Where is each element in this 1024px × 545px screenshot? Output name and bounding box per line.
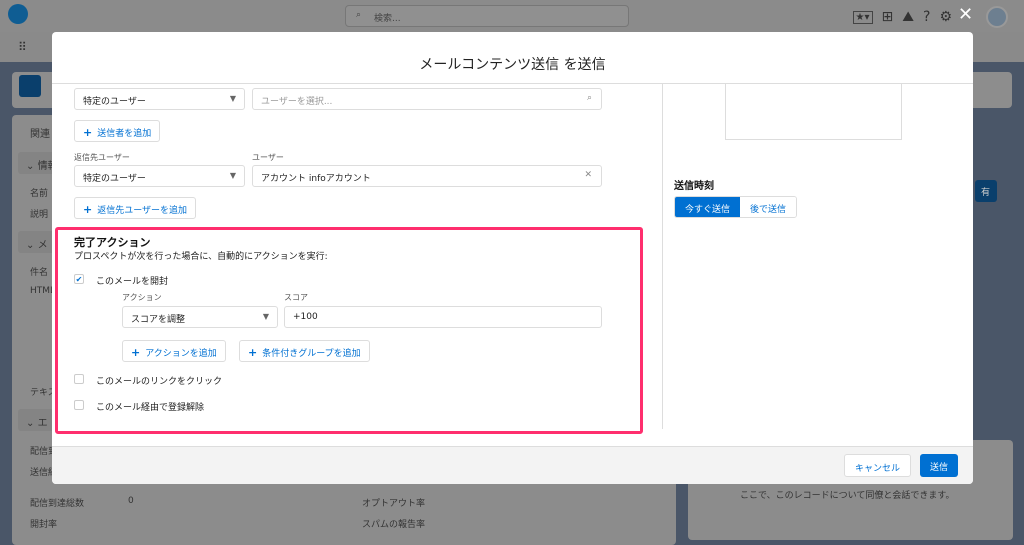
section-label: メ [37,240,48,251]
trailhead-icon[interactable]: ⛰ [902,9,914,25]
column-divider [662,84,663,429]
email-preview [725,84,902,140]
share-button[interactable]: 有 [975,180,997,202]
chevron-down-icon: ▼ [229,94,236,103]
chevron-down-icon: ▼ [229,171,236,180]
send-later-button[interactable]: 後で送信 [740,197,797,217]
reply-type-select[interactable]: 特定のユーザー ▼ [74,165,245,187]
select-value: 特定のユーザー [83,97,146,107]
plus-icon: + [83,203,93,216]
salesforce-logo [8,4,28,24]
section-label: エ [37,418,48,429]
reply-user-input[interactable]: アカウント infoアカウント ✕ [252,165,602,187]
avatar[interactable] [986,6,1008,28]
modal-body: 特定のユーザー ▼ ユーザーを選択... ⌕ + 送信者を追加 返信先ユーザー ユーザ… [52,84,973,446]
stat-label: 開封率 [30,520,58,530]
send-now-button[interactable]: 今すぐ送信 [675,197,741,217]
completion-description: プロスペクトが次を行った場合に、自動的にアクションを実行: [74,252,328,262]
send-time-toggle: 今すぐ送信 後で送信 [674,196,798,218]
button-label: 返信先ユーザーを追加 [97,206,188,216]
action-label: アクション [122,293,162,302]
option-label: このメールのリンクをクリック [96,377,223,387]
score-label: スコア [284,293,308,302]
field-label: 件名 [30,268,49,278]
stat-value: 0 [128,496,134,506]
reply-type-label: 返信先ユーザー [74,153,130,162]
input-value: アカウント infoアカウント [261,174,371,184]
search-icon: ⌕ [586,93,592,103]
sender-user-input[interactable]: ユーザーを選択... ⌕ [252,88,602,110]
app-launcher-icon[interactable]: ⠿ [18,40,27,54]
gear-icon[interactable]: ⚙ [939,9,952,25]
option-label: このメールを開封 [96,277,169,287]
button-label: アクションを追加 [145,349,217,359]
add-sender-button[interactable]: + 送信者を追加 [74,120,161,142]
button-label: 条件付きグループを追加 [262,349,361,359]
modal-footer: キャンセル 送信 [52,446,973,484]
checkbox-click-link[interactable] [74,374,84,384]
add-icon[interactable]: ⊞ [882,9,894,25]
select-value: スコアを調整 [131,315,186,325]
stat-label: スパムの報告率 [362,520,426,530]
option-label: このメール経由で登録解除 [96,403,205,413]
select-value: 特定のユーザー [83,174,146,184]
add-action-button[interactable]: + アクションを追加 [122,340,226,362]
checkbox-open-email[interactable]: ✔ [74,274,84,284]
placeholder: ユーザーを選択... [261,97,333,107]
chevron-down-icon: ▼ [262,312,269,321]
add-reply-to-button[interactable]: + 返信先ユーザーを追加 [74,197,197,219]
field-label: 名前 [30,189,49,199]
modal-title: メールコンテンツ送信 を送信 [52,32,973,84]
stat-label: 配信到達総数 [30,499,85,509]
global-search-input[interactable]: ⌕ 検索... [345,5,629,27]
favorites-icon[interactable]: ★▾ [852,10,873,24]
global-header: ⌕ 検索... ★▾ ⊞ ⛰ ? ⚙ ✕ [0,0,1024,32]
input-value: +100 [293,312,318,322]
stat-label: オプトアウト率 [362,499,426,509]
sender-type-select[interactable]: 特定のユーザー ▼ [74,88,245,110]
action-select[interactable]: スコアを調整 ▼ [122,306,278,328]
send-time-title: 送信時刻 [674,181,714,192]
cancel-button[interactable]: キャンセル [844,454,912,477]
related-tab[interactable]: 関連 [30,125,50,140]
close-modal-button[interactable]: ✕ [958,4,973,25]
plus-icon: + [131,346,141,359]
button-label: 送信者を追加 [97,129,152,139]
help-icon[interactable]: ? [923,9,930,25]
field-label: 説明 [30,210,49,220]
plus-icon: + [248,346,258,359]
checkbox-unsubscribe[interactable] [74,400,84,410]
clear-icon[interactable]: ✕ [584,170,592,180]
search-icon: ⌕ [356,10,362,20]
send-button[interactable]: 送信 [920,454,959,477]
share-label: 有 [981,188,991,198]
plus-icon: + [83,126,93,139]
completion-title: 完了アクション [74,236,151,249]
send-email-modal: メールコンテンツ送信 を送信 特定のユーザー ▼ ユーザーを選択... ⌕ + 送信者… [52,32,973,484]
reply-user-label: ユーザー [252,153,284,162]
email-icon [19,75,41,97]
add-conditional-group-button[interactable]: + 条件付きグループを追加 [239,340,370,362]
score-input[interactable]: +100 [284,306,602,328]
chatter-text: ここで、このレコードについて同僚と会話できます。 [740,491,955,501]
